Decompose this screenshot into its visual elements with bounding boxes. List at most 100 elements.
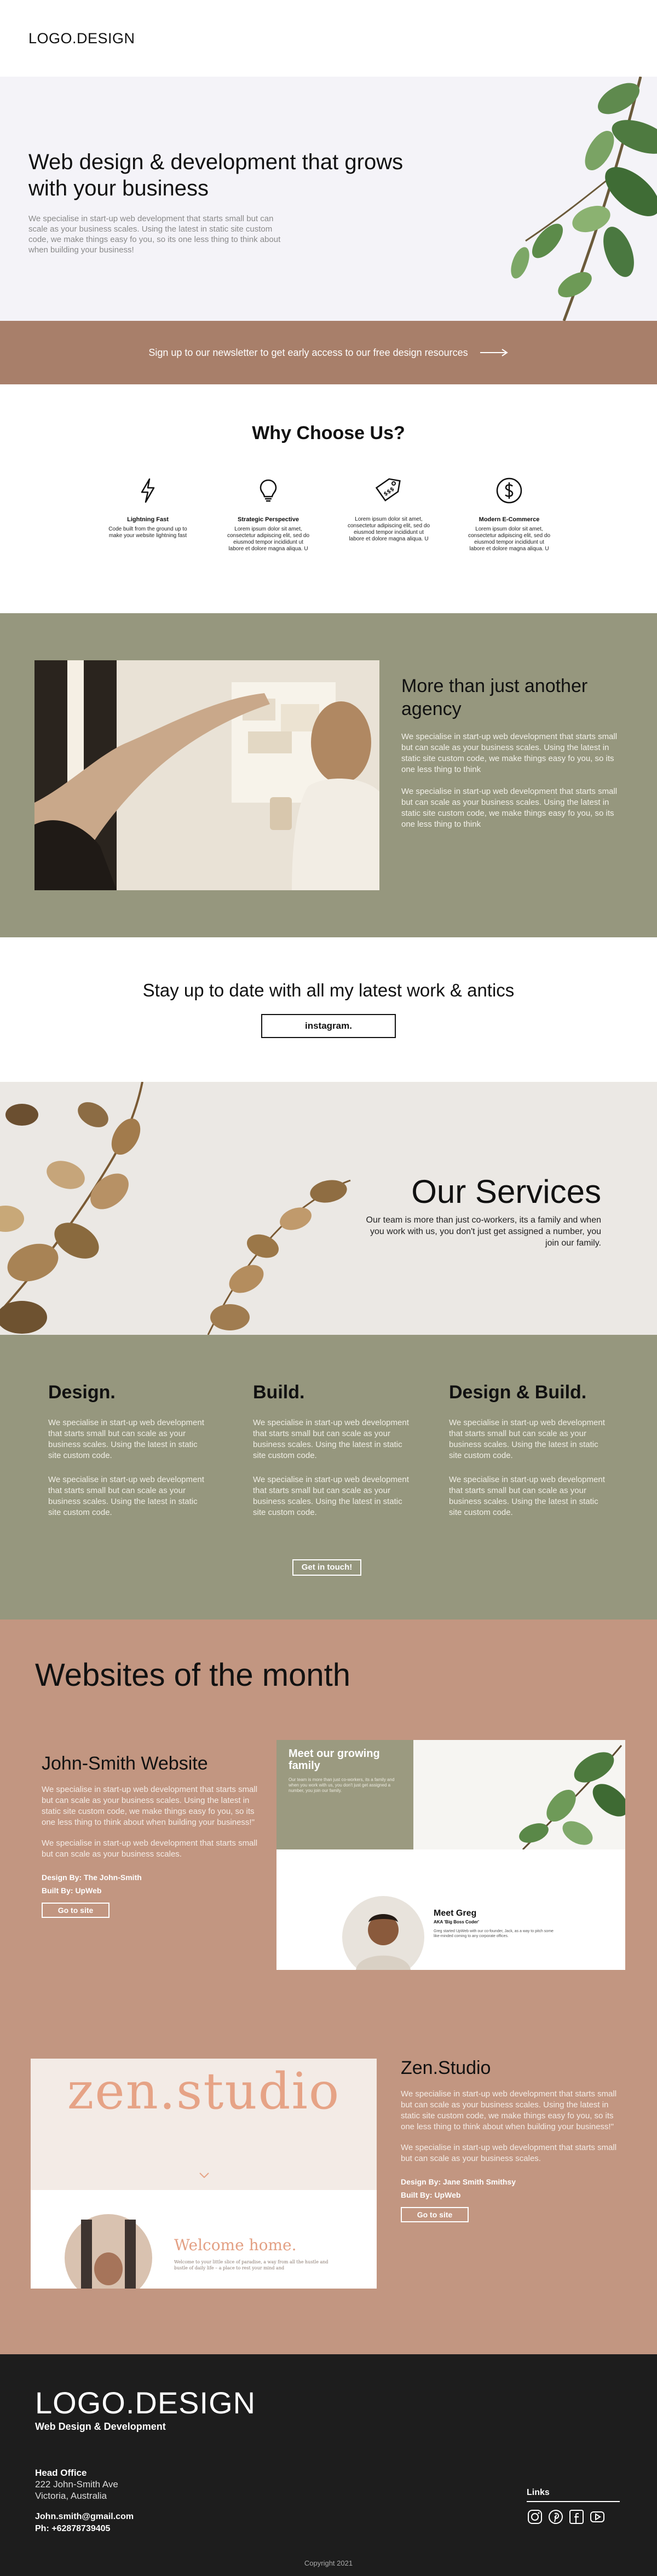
arrow-right-icon bbox=[480, 349, 508, 356]
preview-welcome: Welcome home. bbox=[174, 2236, 297, 2254]
service-title: Build. bbox=[253, 1382, 305, 1403]
lightning-icon bbox=[141, 478, 155, 503]
address-line-2: Victoria, Australia bbox=[35, 2491, 107, 2501]
preview-interior-image bbox=[65, 2214, 152, 2289]
feature-modern-ecommerce: Modern E-Commerce Lorem ipsum dolor sit … bbox=[457, 476, 561, 552]
office-title: Head Office bbox=[35, 2468, 87, 2478]
youtube-icon[interactable] bbox=[589, 2509, 606, 2525]
site-footer: LOGO.DESIGN Web Design & Development Hea… bbox=[0, 2354, 657, 2576]
case-study-zen-studio: Zen.Studio We specialise in start-up web… bbox=[401, 2058, 620, 2222]
stay-title: Stay up to date with all my latest work … bbox=[142, 980, 515, 1000]
preview-heading: Meet our growing family bbox=[289, 1748, 380, 1772]
lightbulb-icon bbox=[260, 479, 277, 502]
agency-paragraph-1: We specialise in start-up web developmen… bbox=[401, 732, 618, 774]
pinterest-icon[interactable] bbox=[548, 2509, 564, 2525]
preview-person-name: Meet Greg bbox=[434, 1909, 477, 1918]
service-paragraph: We specialise in start-up web developmen… bbox=[449, 1475, 605, 1517]
hero-text: Web design & development that grows with… bbox=[28, 149, 445, 255]
preview-body: Welcome to your little slice of paradise… bbox=[174, 2260, 328, 2270]
zen-studio-site-preview[interactable]: zen.studio Welcome home. Welcome to your… bbox=[31, 2059, 377, 2289]
design-credit: Design By: Jane Smith Smithsy bbox=[401, 2177, 516, 2186]
go-to-site-button[interactable]: Go to site bbox=[42, 1903, 110, 1918]
feature-lightning-fast: Lightning Fast Code built from the groun… bbox=[96, 476, 200, 552]
built-credit: Built By: UpWeb bbox=[401, 2191, 461, 2199]
agency-paragraph-2: We specialise in start-up web developmen… bbox=[401, 787, 618, 829]
service-design: Design. We specialise in start-up web de… bbox=[48, 1382, 212, 1518]
services-title: Our Services bbox=[411, 1173, 601, 1210]
contact-phone[interactable]: Ph: +62878739405 bbox=[35, 2523, 134, 2535]
case-title: Zen.Studio bbox=[401, 2058, 491, 2078]
why-title: Why Choose Us? bbox=[252, 423, 405, 443]
site-logo[interactable]: LOGO.DESIGN bbox=[28, 30, 135, 47]
services-hero-section: Our Services Our team is more than just … bbox=[0, 1082, 657, 1335]
design-credit: Design By: The John-Smith bbox=[42, 1873, 142, 1882]
preview-plant-image bbox=[413, 1740, 625, 1849]
preview-body: Our team is more than just co-workers, i… bbox=[289, 1777, 395, 1793]
service-title: Design & Build. bbox=[449, 1382, 587, 1403]
agency-title: More than just another agency bbox=[401, 676, 588, 719]
service-design-build: Design & Build. We specialise in start-u… bbox=[449, 1382, 613, 1518]
feature-description: Lorem ipsum dolor sit amet, consectetur … bbox=[227, 526, 310, 552]
built-credit: Built By: UpWeb bbox=[42, 1886, 102, 1895]
why-choose-us-section: Why Choose Us? Lightning Fast Code built… bbox=[0, 384, 657, 613]
case-paragraph-2: We specialise in start-up web developmen… bbox=[401, 2143, 617, 2163]
copyright: Copyright 2021 bbox=[304, 2559, 353, 2567]
hero-section: Web design & development that grows with… bbox=[0, 77, 657, 321]
newsletter-text: Sign up to our newsletter to get early a… bbox=[148, 347, 468, 358]
preview-person-role: AKA 'Big Boss Coder' bbox=[434, 1920, 480, 1924]
service-paragraph: We specialise in start-up web developmen… bbox=[48, 1418, 204, 1460]
social-icons bbox=[527, 2509, 620, 2525]
service-paragraph: We specialise in start-up web developmen… bbox=[449, 1418, 605, 1460]
hero-description: We specialise in start-up web developmen… bbox=[28, 214, 281, 255]
hero-title: Web design & development that grows with… bbox=[28, 150, 404, 200]
price-tag-icon: $$$ bbox=[375, 478, 401, 502]
john-smith-site-preview[interactable]: Meet our growing family Our team is more… bbox=[276, 1740, 625, 1970]
feature-description: Code built from the ground up to make yo… bbox=[108, 526, 187, 539]
feature-strategic-perspective: Strategic Perspective Lorem ipsum dolor … bbox=[216, 476, 320, 552]
services-columns-section: Design. We specialise in start-up web de… bbox=[0, 1335, 657, 1620]
service-paragraph: We specialise in start-up web developmen… bbox=[253, 1475, 409, 1517]
facebook-icon[interactable] bbox=[568, 2509, 585, 2525]
links-title: Links bbox=[527, 2488, 620, 2502]
case-title: John-Smith Website bbox=[42, 1753, 208, 1774]
case-study-john-smith: John-Smith Website We specialise in star… bbox=[42, 1753, 261, 1918]
wotm-title: Websites of the month bbox=[35, 1657, 351, 1693]
svg-text:$$$: $$$ bbox=[383, 486, 395, 498]
websites-of-the-month-section: Websites of the month John-Smith Website… bbox=[0, 1620, 657, 2354]
preview-person-desc: Greg started UpWeb with our co-founder, … bbox=[434, 1929, 554, 1938]
get-in-touch-button[interactable]: Get in touch! bbox=[292, 1559, 361, 1576]
instagram-icon[interactable] bbox=[527, 2509, 543, 2525]
instagram-button[interactable]: instagram. bbox=[261, 1014, 396, 1038]
feature-title: Strategic Perspective bbox=[238, 516, 299, 523]
team-meeting-photo bbox=[34, 660, 379, 890]
footer-address: Head Office 222 John-Smith Ave Victoria,… bbox=[35, 2467, 118, 2502]
services-hero-text: Our Services Our team is more than just … bbox=[366, 1173, 602, 1249]
case-paragraph-1: We specialise in start-up web developmen… bbox=[401, 2089, 617, 2131]
feature-description: Lorem ipsum dolor sit amet, consectetur … bbox=[468, 526, 551, 552]
feature-description: Lorem ipsum dolor sit amet, consectetur … bbox=[347, 516, 430, 542]
footer-logo[interactable]: LOGO.DESIGN bbox=[35, 2385, 256, 2421]
service-paragraph: We specialise in start-up web developmen… bbox=[253, 1418, 409, 1460]
go-to-site-button[interactable]: Go to site bbox=[401, 2207, 469, 2222]
dollar-icon bbox=[496, 477, 522, 504]
chevron-down-icon bbox=[199, 2172, 209, 2178]
greg-portrait-image bbox=[342, 1896, 424, 1970]
stay-updated-section: Stay up to date with all my latest work … bbox=[0, 937, 657, 1082]
eucalyptus-plant-image bbox=[511, 77, 657, 321]
footer-contact: John.smith@gmail.com Ph: +62878739405 bbox=[35, 2511, 134, 2535]
feature-title: Lightning Fast bbox=[127, 516, 169, 523]
case-paragraph-1: We specialise in start-up web developmen… bbox=[42, 1785, 258, 1827]
agency-text: More than just another agency We special… bbox=[401, 675, 620, 830]
service-title: Design. bbox=[48, 1382, 116, 1403]
address-line-1: 222 John-Smith Ave bbox=[35, 2479, 118, 2489]
feature-price-tag: $$$ Lorem ipsum dolor sit amet, consecte… bbox=[337, 476, 441, 552]
service-paragraph: We specialise in start-up web developmen… bbox=[48, 1475, 204, 1517]
site-header: LOGO.DESIGN bbox=[0, 0, 657, 77]
preview-brand: zen.studio bbox=[67, 2062, 341, 2120]
footer-subtitle: Web Design & Development bbox=[35, 2421, 166, 2432]
newsletter-banner[interactable]: Sign up to our newsletter to get early a… bbox=[0, 321, 657, 384]
contact-email[interactable]: John.smith@gmail.com bbox=[35, 2511, 134, 2523]
feature-title: Modern E-Commerce bbox=[479, 516, 540, 523]
case-paragraph-2: We specialise in start-up web developmen… bbox=[42, 1839, 258, 1859]
agency-section: More than just another agency We special… bbox=[0, 613, 657, 937]
